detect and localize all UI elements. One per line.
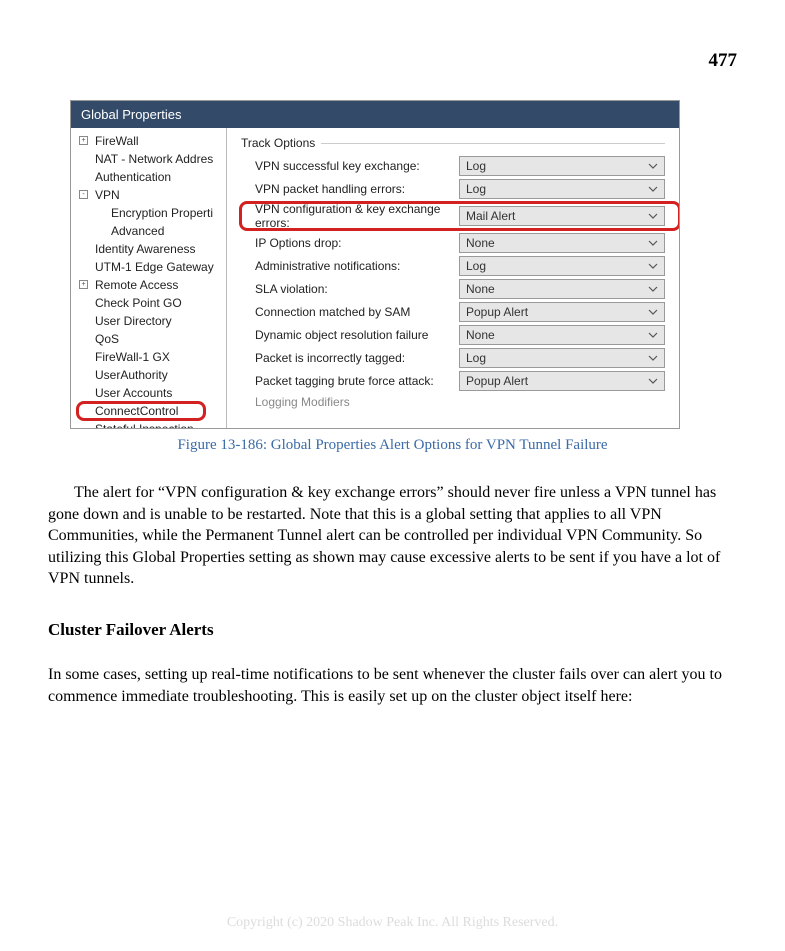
option-value: None: [466, 328, 495, 342]
option-label: VPN successful key exchange:: [241, 159, 459, 173]
option-select[interactable]: Popup Alert: [459, 371, 665, 391]
option-row: VPN packet handling errors: Log: [241, 179, 665, 199]
option-row: VPN configuration & key exchange errors:…: [241, 202, 665, 230]
option-value: Popup Alert: [466, 305, 528, 319]
tree-item-label: Stateful Inspection: [77, 422, 194, 428]
option-label: SLA violation:: [241, 282, 459, 296]
tree-item[interactable]: Authentication: [77, 168, 226, 186]
option-label: Packet tagging brute force attack:: [241, 374, 459, 388]
option-select[interactable]: Log: [459, 348, 665, 368]
section-header: Track Options: [241, 136, 665, 150]
tree-item-label: QoS: [77, 332, 119, 346]
chevron-down-icon: [648, 238, 658, 248]
tree-item[interactable]: Encryption Properti: [77, 204, 226, 222]
cutoff-section-label: Logging Modifiers: [241, 395, 665, 409]
paragraph-2: In some cases, setting up real-time noti…: [48, 664, 737, 707]
option-label: VPN packet handling errors:: [241, 182, 459, 196]
figure-caption: Figure 13-186: Global Properties Alert O…: [48, 437, 737, 454]
tree-item-label: Remote Access: [77, 278, 178, 292]
chevron-down-icon: [648, 161, 658, 171]
option-label: Dynamic object resolution failure: [241, 328, 459, 342]
option-row: Packet tagging brute force attack: Popup …: [241, 371, 665, 391]
option-row: Dynamic object resolution failure None: [241, 325, 665, 345]
page-number: 477: [709, 50, 738, 72]
option-value: Log: [466, 159, 486, 173]
tree-item-label: ConnectControl: [77, 404, 178, 418]
option-value: Log: [466, 259, 486, 273]
collapse-icon[interactable]: -: [79, 190, 88, 199]
option-row: VPN successful key exchange: Log: [241, 156, 665, 176]
tree-item-label: FireWall-1 GX: [77, 350, 170, 364]
option-select[interactable]: Log: [459, 256, 665, 276]
tree-item[interactable]: FireWall-1 GX: [77, 348, 226, 366]
option-select[interactable]: Log: [459, 156, 665, 176]
chevron-down-icon: [648, 330, 658, 340]
tree-item-label: UTM-1 Edge Gateway: [77, 260, 214, 274]
option-select[interactable]: None: [459, 325, 665, 345]
tree-item-label: NAT - Network Addres: [77, 152, 213, 166]
chevron-down-icon: [648, 307, 658, 317]
tree-item-label: User Directory: [77, 314, 172, 328]
option-value: Popup Alert: [466, 374, 528, 388]
tree-pane: +FireWall NAT - Network Addres Authenticat…: [71, 128, 227, 428]
tree-item[interactable]: -VPN: [77, 186, 226, 204]
paragraph-1: The alert for “VPN configuration & key e…: [48, 482, 737, 590]
option-row: Connection matched by SAM Popup Alert: [241, 302, 665, 322]
expand-icon[interactable]: +: [79, 280, 88, 289]
tree-item-label: Check Point GO: [77, 296, 182, 310]
option-select[interactable]: Popup Alert: [459, 302, 665, 322]
option-select[interactable]: None: [459, 233, 665, 253]
tree-item-label: User Accounts: [77, 386, 172, 400]
tree-item[interactable]: User Directory: [77, 312, 226, 330]
option-select[interactable]: Mail Alert: [459, 206, 665, 226]
tree-item[interactable]: Identity Awareness: [77, 240, 226, 258]
option-label: Connection matched by SAM: [241, 305, 459, 319]
option-label: Administrative notifications:: [241, 259, 459, 273]
chevron-down-icon: [648, 211, 658, 221]
tree-item[interactable]: User Accounts: [77, 384, 226, 402]
option-row: SLA violation: None: [241, 279, 665, 299]
option-value: Mail Alert: [466, 209, 515, 223]
option-value: None: [466, 282, 495, 296]
tree-item[interactable]: Advanced: [77, 222, 226, 240]
divider: [321, 143, 665, 144]
option-select[interactable]: Log: [459, 179, 665, 199]
heading-cluster-failover: Cluster Failover Alerts: [48, 620, 737, 640]
option-row: Administrative notifications: Log: [241, 256, 665, 276]
option-value: Log: [466, 182, 486, 196]
tree-item[interactable]: Stateful Inspection: [77, 420, 226, 428]
tree-item[interactable]: ConnectControl: [77, 402, 226, 420]
chevron-down-icon: [648, 353, 658, 363]
option-label: VPN configuration & key exchange errors:: [241, 202, 459, 230]
tree-item[interactable]: NAT - Network Addres: [77, 150, 226, 168]
tree-item-label: Authentication: [77, 170, 171, 184]
option-label: Packet is incorrectly tagged:: [241, 351, 459, 365]
option-select[interactable]: None: [459, 279, 665, 299]
dialog-global-properties: Global Properties +FireWall NAT - Network…: [70, 100, 680, 429]
option-row: IP Options drop: None: [241, 233, 665, 253]
tree-item[interactable]: Check Point GO: [77, 294, 226, 312]
tree-item-label: Encryption Properti: [77, 206, 213, 220]
tree-item[interactable]: UTM-1 Edge Gateway: [77, 258, 226, 276]
section-label: Track Options: [241, 136, 315, 150]
tree-item[interactable]: UserAuthority: [77, 366, 226, 384]
options-pane: Track Options VPN successful key exchang…: [227, 128, 679, 428]
tree-item[interactable]: +Remote Access: [77, 276, 226, 294]
expand-icon[interactable]: +: [79, 136, 88, 145]
option-value: Log: [466, 351, 486, 365]
chevron-down-icon: [648, 184, 658, 194]
chevron-down-icon: [648, 261, 658, 271]
tree-item-label: Advanced: [77, 224, 164, 238]
option-value: None: [466, 236, 495, 250]
chevron-down-icon: [648, 284, 658, 294]
option-row: Packet is incorrectly tagged: Log: [241, 348, 665, 368]
option-label: IP Options drop:: [241, 236, 459, 250]
copyright-footer: Copyright (c) 2020 Shadow Peak Inc. All …: [0, 915, 785, 931]
tree-item-label: Identity Awareness: [77, 242, 196, 256]
chevron-down-icon: [648, 376, 658, 386]
tree-item[interactable]: QoS: [77, 330, 226, 348]
tree-item[interactable]: +FireWall: [77, 132, 226, 150]
tree-item-label: UserAuthority: [77, 368, 168, 382]
dialog-title: Global Properties: [71, 101, 679, 128]
